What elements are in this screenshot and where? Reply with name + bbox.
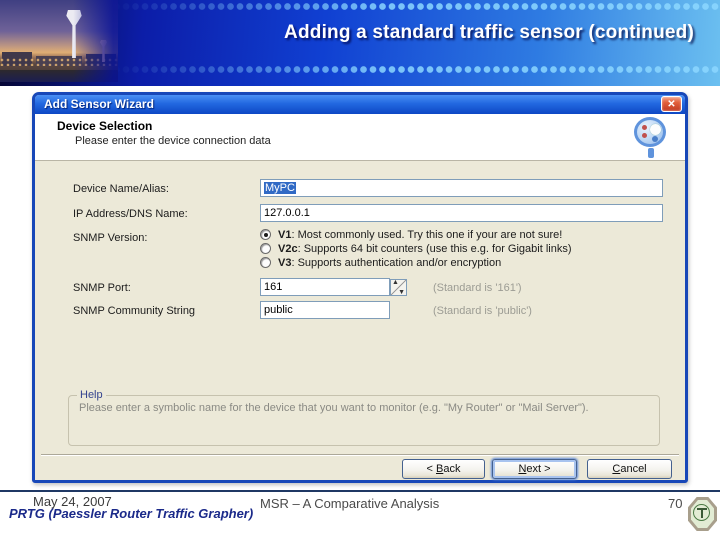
- port-spinner[interactable]: ▲ ▼: [390, 279, 407, 296]
- sensor-magnifier-icon: [633, 117, 669, 159]
- cancel-button[interactable]: Cancel: [587, 459, 672, 479]
- snmp-port-label: SNMP Port:: [73, 282, 131, 294]
- dialog-titlebar[interactable]: Add Sensor Wizard ✕: [35, 95, 685, 114]
- campus-photo: [0, 0, 118, 82]
- spinner-down-icon[interactable]: ▼: [398, 289, 405, 296]
- help-groupbox: Help Please enter a symbolic name for th…: [68, 389, 660, 446]
- radio-button-icon[interactable]: [260, 229, 271, 240]
- snmp-community-note: (Standard is 'public'): [433, 305, 532, 317]
- snmp-community-input[interactable]: public: [260, 301, 390, 319]
- footer-prtg-caption: PRTG (Paessler Router Traffic Grapher): [9, 506, 254, 521]
- help-text: Please enter a symbolic name for the dev…: [79, 402, 589, 414]
- radio-button-icon[interactable]: [260, 257, 271, 268]
- slide-header-banner: Adding a standard traffic sensor (contin…: [0, 0, 720, 86]
- wizard-step-header: Device Selection Please enter the device…: [35, 114, 685, 161]
- slide: Adding a standard traffic sensor (contin…: [0, 0, 720, 540]
- snmp-community-label: SNMP Community String: [73, 305, 196, 317]
- spinner-up-icon[interactable]: ▲: [392, 279, 399, 286]
- wizard-form: Device Name/Alias: MyPC IP Address/DNS N…: [35, 161, 685, 480]
- snmp-port-input[interactable]: 161: [260, 278, 390, 296]
- radio-snmp-v3[interactable]: V3: Supports authentication and/or encry…: [260, 256, 501, 269]
- step-subtitle: Please enter the device connection data: [75, 135, 271, 147]
- snmp-version-label: SNMP Version:: [73, 232, 148, 244]
- button-separator: [41, 454, 679, 456]
- close-icon: ✕: [667, 98, 676, 110]
- ip-address-input[interactable]: 127.0.0.1: [260, 204, 663, 222]
- radio-snmp-v2c[interactable]: V2c: Supports 64 bit counters (use this …: [260, 242, 572, 255]
- close-button[interactable]: ✕: [661, 96, 682, 112]
- university-seal-logo: [688, 497, 717, 531]
- page-number: 70: [668, 496, 683, 511]
- footer-divider: [0, 490, 720, 492]
- next-button[interactable]: Next >: [492, 459, 577, 479]
- slide-title: Adding a standard traffic sensor (contin…: [284, 22, 694, 43]
- snmp-port-note: (Standard is '161'): [433, 282, 522, 294]
- footer-presentation-title: MSR – A Comparative Analysis: [260, 496, 440, 511]
- help-legend: Help: [80, 389, 103, 401]
- selected-text: MyPC: [264, 182, 296, 194]
- step-title: Device Selection: [57, 119, 153, 133]
- dialog-title: Add Sensor Wizard: [44, 97, 154, 111]
- decorative-dots-top: [112, 2, 720, 11]
- back-button[interactable]: < Back: [402, 459, 485, 479]
- device-name-label: Device Name/Alias:: [73, 183, 169, 195]
- add-sensor-wizard-dialog: Add Sensor Wizard ✕ Device Selection Ple…: [32, 92, 688, 483]
- radio-button-icon[interactable]: [260, 243, 271, 254]
- radio-snmp-v1[interactable]: V1: Most commonly used. Try this one if …: [260, 228, 562, 241]
- decorative-dots-bottom: [112, 65, 720, 74]
- ip-address-label: IP Address/DNS Name:: [73, 208, 188, 220]
- device-name-input[interactable]: MyPC: [260, 179, 663, 197]
